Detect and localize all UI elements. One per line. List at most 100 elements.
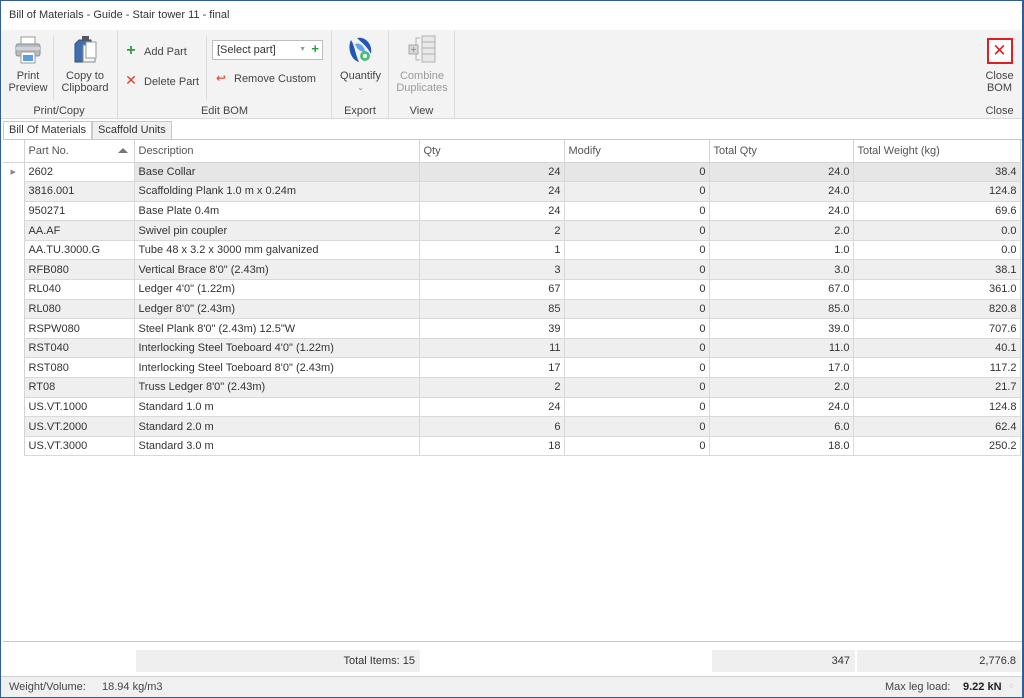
quantify-button[interactable]: Quantify ⌄ (334, 34, 387, 94)
total-qty-cell[interactable]: 1.0 (709, 240, 854, 261)
description-cell[interactable]: Standard 3.0 m (134, 436, 420, 457)
total-weight-cell[interactable]: 62.4 (853, 416, 1021, 437)
row-indicator[interactable] (3, 436, 25, 456)
table-row[interactable]: AA.TU.3000.G Tube 48 x 3.2 x 3000 mm galv… (3, 240, 1021, 261)
total-weight-cell[interactable]: 40.1 (853, 338, 1021, 359)
total-qty-cell[interactable]: 85.0 (709, 299, 854, 320)
total-weight-cell[interactable]: 250.2 (853, 436, 1021, 457)
total-weight-cell[interactable]: 820.8 (853, 299, 1021, 320)
part-no-cell[interactable]: AA.TU.3000.G (24, 240, 135, 261)
table-row[interactable]: RL040 Ledger 4'0" (1.22m) 67 0 67.0 361.0 (3, 279, 1021, 300)
part-no-cell[interactable]: AA.AF (24, 220, 135, 241)
row-indicator[interactable] (3, 338, 25, 358)
delete-part-button[interactable]: ✕ Delete Part (124, 70, 199, 90)
row-indicator[interactable] (3, 318, 25, 339)
close-bom-button[interactable]: ✕ Close BOM (977, 38, 1022, 94)
total-qty-cell[interactable]: 2.0 (709, 377, 854, 398)
column-header-part-no[interactable]: Part No. (24, 140, 135, 163)
row-indicator[interactable] (3, 181, 25, 202)
description-cell[interactable]: Interlocking Steel Toeboard 8'0" (2.43m) (134, 357, 420, 379)
column-header-description[interactable]: Description (134, 140, 420, 163)
total-qty-cell[interactable]: 17.0 (709, 357, 854, 379)
column-header-modify[interactable]: Modify (564, 140, 710, 163)
qty-cell[interactable]: 1 (419, 240, 565, 261)
resize-grip-icon[interactable]: ⁘ (1008, 677, 1018, 691)
part-no-cell[interactable]: RL080 (24, 299, 135, 320)
total-qty-cell[interactable]: 18.0 (709, 436, 854, 457)
qty-cell[interactable]: 39 (419, 318, 565, 339)
qty-cell[interactable]: 11 (419, 338, 565, 359)
modify-cell[interactable]: 0 (564, 357, 710, 379)
modify-cell[interactable]: 0 (564, 259, 710, 281)
table-row[interactable]: RT08 Truss Ledger 8'0" (2.43m) 2 0 2.0 21.7 (3, 377, 1021, 398)
description-cell[interactable]: Ledger 8'0" (2.43m) (134, 299, 420, 320)
part-no-cell[interactable]: RST040 (24, 338, 135, 359)
part-no-cell[interactable]: US.VT.3000 (24, 436, 135, 457)
table-row[interactable]: AA.AF Swivel pin coupler 2 0 2.0 0.0 (3, 220, 1021, 241)
qty-cell[interactable]: 85 (419, 299, 565, 320)
total-qty-cell[interactable]: 11.0 (709, 338, 854, 359)
part-no-cell[interactable]: RFB080 (24, 259, 135, 281)
description-cell[interactable]: Standard 2.0 m (134, 416, 420, 437)
part-no-cell[interactable]: US.VT.1000 (24, 397, 135, 418)
total-qty-cell[interactable]: 24.0 (709, 201, 854, 222)
total-weight-cell[interactable]: 124.8 (853, 397, 1021, 418)
part-no-cell[interactable]: 950271 (24, 201, 135, 222)
qty-cell[interactable]: 2 (419, 377, 565, 398)
modify-cell[interactable]: 0 (564, 397, 710, 418)
modify-cell[interactable]: 0 (564, 338, 710, 359)
part-no-cell[interactable]: RSPW080 (24, 318, 135, 339)
row-indicator[interactable] (3, 397, 25, 417)
total-qty-cell[interactable]: 6.0 (709, 416, 854, 437)
table-row[interactable]: US.VT.2000 Standard 2.0 m 6 0 6.0 62.4 (3, 416, 1021, 437)
table-row[interactable]: ▶ 2602 Base Collar 24 0 24.0 38.4 (3, 162, 1021, 183)
total-weight-cell[interactable]: 69.6 (853, 201, 1021, 222)
chevron-down-icon[interactable]: ▼ (299, 41, 306, 59)
current-row-indicator-icon[interactable]: ▶ (3, 162, 25, 182)
add-selected-part-icon[interactable]: + (311, 40, 319, 58)
total-qty-cell[interactable]: 2.0 (709, 220, 854, 241)
total-weight-cell[interactable]: 38.1 (853, 259, 1021, 281)
table-row[interactable]: RFB080 Vertical Brace 8'0" (2.43m) 3 0 3.0 38… (3, 259, 1021, 281)
column-header-qty[interactable]: Qty (419, 140, 565, 163)
modify-cell[interactable]: 0 (564, 436, 710, 457)
part-no-cell[interactable]: RL040 (24, 279, 135, 300)
total-weight-cell[interactable]: 0.0 (853, 240, 1021, 261)
row-indicator[interactable] (3, 201, 25, 221)
row-indicator[interactable] (3, 220, 25, 241)
select-part-combobox[interactable]: [Select part] ▼ + (212, 40, 323, 60)
modify-cell[interactable]: 0 (564, 279, 710, 300)
part-no-cell[interactable]: 2602 (24, 162, 135, 183)
print-preview-button[interactable]: Print Preview (5, 34, 51, 94)
qty-cell[interactable]: 18 (419, 436, 565, 457)
part-no-cell[interactable]: US.VT.2000 (24, 416, 135, 437)
description-cell[interactable]: Ledger 4'0" (1.22m) (134, 279, 420, 300)
part-no-cell[interactable]: RST080 (24, 357, 135, 379)
table-row[interactable]: US.VT.3000 Standard 3.0 m 18 0 18.0 250.2 (3, 436, 1021, 457)
description-cell[interactable]: Steel Plank 8'0" (2.43m) 12.5"W (134, 318, 420, 339)
total-qty-cell[interactable]: 3.0 (709, 259, 854, 281)
table-row[interactable]: US.VT.1000 Standard 1.0 m 24 0 24.0 124.8 (3, 397, 1021, 418)
description-cell[interactable]: Scaffolding Plank 1.0 m x 0.24m (134, 181, 420, 202)
add-part-button[interactable]: + Add Part (124, 41, 186, 61)
qty-cell[interactable]: 3 (419, 259, 565, 281)
qty-cell[interactable]: 24 (419, 162, 565, 183)
total-qty-cell[interactable]: 24.0 (709, 162, 854, 183)
tab-bill-of-materials[interactable]: Bill Of Materials (3, 121, 93, 140)
modify-cell[interactable]: 0 (564, 318, 710, 339)
row-indicator[interactable] (3, 240, 25, 260)
qty-cell[interactable]: 67 (419, 279, 565, 300)
description-cell[interactable]: Base Plate 0.4m (134, 201, 420, 222)
total-weight-cell[interactable]: 707.6 (853, 318, 1021, 339)
description-cell[interactable]: Standard 1.0 m (134, 397, 420, 418)
row-indicator[interactable] (3, 416, 25, 437)
total-weight-cell[interactable]: 21.7 (853, 377, 1021, 398)
total-qty-cell[interactable]: 67.0 (709, 279, 854, 300)
description-cell[interactable]: Truss Ledger 8'0" (2.43m) (134, 377, 420, 398)
total-qty-cell[interactable]: 24.0 (709, 397, 854, 418)
table-row[interactable]: RL080 Ledger 8'0" (2.43m) 85 0 85.0 820.8 (3, 299, 1021, 320)
modify-cell[interactable]: 0 (564, 162, 710, 183)
modify-cell[interactable]: 0 (564, 220, 710, 241)
qty-cell[interactable]: 24 (419, 397, 565, 418)
part-no-cell[interactable]: RT08 (24, 377, 135, 398)
